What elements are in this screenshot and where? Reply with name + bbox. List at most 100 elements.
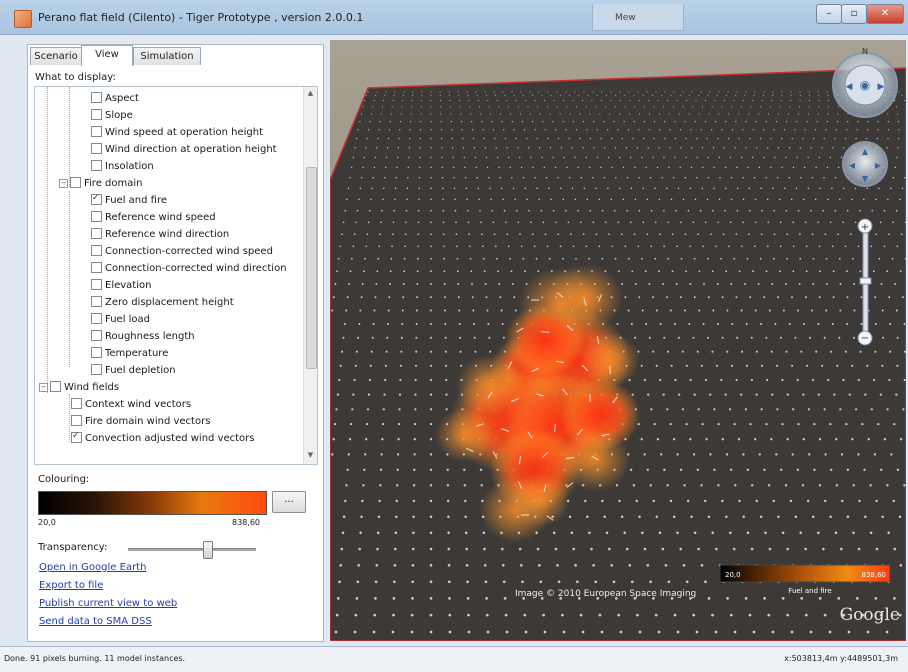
grid-dot bbox=[765, 177, 766, 178]
tree-scrollbar[interactable]: ▲ ▼ bbox=[303, 87, 317, 464]
grid-dot bbox=[631, 323, 633, 325]
collapse-icon[interactable]: − bbox=[39, 383, 48, 392]
tree-item[interactable]: Fuel load bbox=[91, 312, 150, 329]
tree-item[interactable]: Convection adjusted wind vectors bbox=[71, 431, 255, 448]
grid-dot bbox=[418, 221, 420, 223]
grid-dot bbox=[484, 564, 487, 567]
transparency-slider[interactable] bbox=[128, 548, 256, 551]
tree-item[interactable]: −Wind fields bbox=[39, 380, 119, 397]
grid-dot bbox=[646, 233, 648, 235]
layer-checkbox[interactable] bbox=[91, 194, 102, 205]
tree-item[interactable]: Slope bbox=[91, 108, 133, 125]
layer-checkbox[interactable] bbox=[70, 177, 81, 188]
grid-dot bbox=[851, 199, 853, 201]
layer-checkbox[interactable] bbox=[50, 381, 61, 392]
tree-item[interactable]: Zero displacement height bbox=[91, 295, 234, 312]
grid-dot bbox=[474, 337, 476, 339]
layer-checkbox[interactable] bbox=[91, 109, 102, 120]
layer-checkbox[interactable] bbox=[91, 364, 102, 375]
layer-checkbox[interactable] bbox=[91, 330, 102, 341]
tree-item[interactable]: Elevation bbox=[91, 278, 151, 295]
tree-item[interactable]: Reference wind direction bbox=[91, 227, 229, 244]
send-to-sma-link[interactable]: Send data to SMA DSS bbox=[39, 616, 152, 627]
grid-dot bbox=[648, 100, 649, 101]
tab-simulation[interactable]: Simulation bbox=[133, 47, 201, 65]
grid-dot bbox=[796, 188, 798, 190]
tree-item[interactable]: Wind direction at operation height bbox=[91, 142, 277, 159]
grid-dot bbox=[900, 270, 902, 272]
layer-checkbox[interactable] bbox=[91, 92, 102, 103]
map-view[interactable]: N ◉ ◀ ▶ ▲ ▼ ◀ ▶ + − 20,0 838 bbox=[330, 40, 906, 641]
layer-checkbox[interactable] bbox=[91, 347, 102, 358]
collapse-icon[interactable]: − bbox=[59, 179, 68, 188]
map-canvas[interactable]: N ◉ ◀ ▶ ▲ ▼ ◀ ▶ + − 20,0 838 bbox=[330, 40, 906, 641]
grid-dot bbox=[858, 379, 860, 381]
layer-checkbox[interactable] bbox=[91, 126, 102, 137]
layer-checkbox[interactable] bbox=[91, 296, 102, 307]
grid-dot bbox=[380, 121, 381, 122]
grid-dot bbox=[728, 138, 729, 139]
minimize-button[interactable]: – bbox=[816, 4, 842, 24]
grid-dot bbox=[455, 210, 457, 212]
tree-item[interactable]: Reference wind speed bbox=[91, 210, 216, 227]
colour-picker-button[interactable]: ... bbox=[272, 491, 306, 513]
layer-checkbox[interactable] bbox=[91, 245, 102, 256]
grid-dot bbox=[605, 221, 607, 223]
grid-dot bbox=[611, 167, 612, 168]
tree-item[interactable]: Fuel depletion bbox=[91, 363, 176, 380]
grid-dot bbox=[377, 138, 378, 139]
scroll-down-icon[interactable]: ▼ bbox=[305, 451, 316, 462]
tree-item[interactable]: Connection-corrected wind speed bbox=[91, 244, 273, 261]
tab-scenario[interactable]: Scenario bbox=[30, 47, 82, 65]
layer-checkbox[interactable] bbox=[91, 313, 102, 324]
grid-dot bbox=[677, 631, 680, 634]
tree-item[interactable]: Fuel and fire bbox=[91, 193, 167, 210]
tree-item[interactable]: Insolation bbox=[91, 159, 154, 176]
layer-checkbox[interactable] bbox=[91, 279, 102, 290]
grid-dot bbox=[593, 121, 594, 122]
tree-item[interactable]: Aspect bbox=[91, 91, 139, 108]
maximize-button[interactable]: ▫ bbox=[841, 4, 867, 24]
grid-dot bbox=[654, 258, 656, 260]
move-control[interactable]: ▲ ▼ ◀ ▶ bbox=[843, 142, 887, 186]
grid-dot bbox=[688, 210, 690, 212]
grid-dot bbox=[772, 95, 773, 96]
grid-dot bbox=[650, 245, 652, 247]
grid-dot bbox=[361, 177, 362, 178]
tree-item[interactable]: −Fire domain bbox=[59, 176, 142, 193]
layer-checkbox[interactable] bbox=[91, 262, 102, 273]
tree-item[interactable]: Wind speed at operation height bbox=[91, 125, 263, 142]
grid-dot bbox=[365, 245, 367, 247]
grid-dot bbox=[411, 597, 414, 600]
publish-view-link[interactable]: Publish current view to web bbox=[39, 598, 177, 609]
svg-text:−: − bbox=[861, 333, 869, 344]
tree-item[interactable]: Connection-corrected wind direction bbox=[91, 261, 287, 278]
scroll-thumb[interactable] bbox=[306, 167, 317, 369]
grid-dot bbox=[855, 221, 857, 223]
tree-item[interactable]: Context wind vectors bbox=[71, 397, 191, 414]
grid-dot bbox=[339, 564, 342, 567]
transparency-slider-thumb[interactable] bbox=[203, 541, 213, 559]
grid-dot bbox=[419, 157, 420, 158]
tree-item[interactable]: Fire domain wind vectors bbox=[71, 414, 210, 431]
tab-view[interactable]: View bbox=[81, 45, 133, 66]
open-google-earth-link[interactable]: Open in Google Earth bbox=[39, 562, 146, 573]
layer-checkbox[interactable] bbox=[91, 228, 102, 239]
layer-checkbox[interactable] bbox=[71, 398, 82, 409]
layer-checkbox[interactable] bbox=[71, 415, 82, 426]
layer-checkbox[interactable] bbox=[91, 143, 102, 154]
grid-dot bbox=[675, 138, 676, 139]
tree-item[interactable]: Roughness length bbox=[91, 329, 195, 346]
layer-checkbox[interactable] bbox=[71, 432, 82, 443]
layer-checkbox[interactable] bbox=[91, 211, 102, 222]
taskbar-tab[interactable]: Mew bbox=[592, 4, 684, 31]
export-to-file-link[interactable]: Export to file bbox=[39, 580, 103, 591]
svg-text:◀: ◀ bbox=[846, 82, 853, 92]
scroll-up-icon[interactable]: ▲ bbox=[305, 89, 316, 100]
grid-dot bbox=[857, 121, 858, 122]
grid-dot bbox=[596, 233, 598, 235]
layer-checkbox[interactable] bbox=[91, 160, 102, 171]
tree-item[interactable]: Temperature bbox=[91, 346, 168, 363]
tree-item-label: Insolation bbox=[105, 161, 154, 172]
close-button[interactable]: ✕ bbox=[866, 4, 904, 24]
